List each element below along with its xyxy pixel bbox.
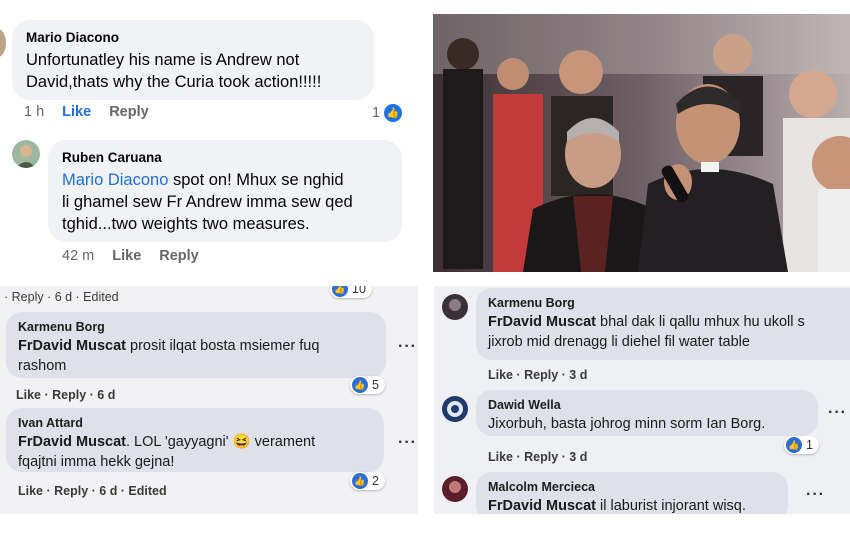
comment-bubble: Mario Diacono Unfortunatley his name is … bbox=[12, 20, 374, 100]
comment-text: Mario Diacono spot on! Mhux se nghid li … bbox=[62, 169, 388, 235]
comment-text-line: fqajtni imma hekk gejna! bbox=[18, 454, 175, 470]
comment-actions[interactable]: Like · Reply · 3 d bbox=[488, 450, 587, 464]
reaction-count[interactable]: 👍 5 bbox=[350, 376, 385, 394]
reaction-count-number: 1 bbox=[806, 438, 813, 452]
reaction-count[interactable]: 👍 2 bbox=[350, 472, 385, 490]
comment-author[interactable]: Karmenu Borg bbox=[18, 320, 374, 334]
more-options-icon[interactable]: ··· bbox=[806, 486, 825, 504]
comment-text-line: li ghamel sew Fr Andrew imma sew qed bbox=[62, 193, 353, 211]
avatar[interactable] bbox=[442, 396, 468, 422]
avatar[interactable] bbox=[12, 140, 40, 168]
comment-text: Jixorbuh, basta johrog minn sorm Ian Bor… bbox=[488, 416, 766, 432]
comment-text-fragment: spot on! Mhux se nghid bbox=[168, 171, 344, 189]
comment-actions[interactable]: Like · Reply · 6 d · Edited bbox=[18, 484, 167, 498]
mention-link[interactable]: FrDavid Muscat bbox=[488, 314, 596, 330]
mention-link[interactable]: FrDavid Muscat bbox=[18, 434, 126, 450]
comment-text-line: tghid...two weights two measures. bbox=[62, 215, 310, 233]
comment-bubble: Karmenu Borg FrDavid Muscat prosit ilqat… bbox=[6, 312, 386, 378]
comment-text: Unfortunatley his name is Andrew not Dav… bbox=[26, 49, 360, 93]
reaction-count-number: 1 bbox=[372, 105, 381, 121]
reply-button[interactable]: Reply bbox=[159, 248, 199, 264]
comment-bubble: Malcolm Mercieca FrDavid Muscat il labur… bbox=[476, 472, 788, 514]
mention-link[interactable]: Mario Diacono bbox=[62, 171, 168, 189]
comment-bubble: Dawid Wella Jixorbuh, basta johrog minn … bbox=[476, 390, 818, 436]
comment-text-fragment: . LOL 'gayyagni' bbox=[125, 434, 229, 450]
comment-text-line: rashom bbox=[18, 358, 67, 374]
comment-author[interactable]: Ivan Attard bbox=[18, 416, 372, 430]
reaction-count[interactable]: 👍 1 bbox=[784, 436, 819, 454]
like-button[interactable]: Like bbox=[62, 104, 91, 120]
like-button[interactable]: Like bbox=[112, 248, 141, 264]
printed-comments-panel-right: Karmenu Borg FrDavid Muscat bhal dak li … bbox=[434, 286, 850, 514]
comment-text-line: David,thats why the Curia took action!!!… bbox=[26, 73, 322, 91]
fb-comments-panel: Mario Diacono Unfortunatley his name is … bbox=[0, 0, 425, 275]
comment-text: FrDavid Muscat bhal dak li qallu mhux hu… bbox=[488, 312, 850, 352]
reaction-count-number: 2 bbox=[372, 474, 379, 488]
comment-text: FrDavid Muscat il laburist injorant wisq… bbox=[488, 496, 776, 514]
more-options-icon[interactable]: ··· bbox=[398, 434, 417, 452]
comment-author[interactable]: Dawid Wella bbox=[488, 398, 806, 412]
comment-text: FrDavid Muscat prosit ilqat bosta msieme… bbox=[18, 336, 374, 376]
printed-comments-panel-left: · Reply · 6 d · Edited 👍 10 Karmenu Borg… bbox=[0, 286, 418, 514]
comment-text-line: FrDavid Muscat prosit ilqat bosta msieme… bbox=[18, 336, 374, 356]
comment-text-fragment: prosit ilqat bosta msiemer fuq bbox=[125, 338, 320, 354]
avatar[interactable] bbox=[0, 28, 6, 58]
thumbs-up-icon: 👍 bbox=[332, 286, 348, 297]
comment-text: FrDavid Muscat. LOL 'gayyagni' 😆 veramen… bbox=[18, 432, 372, 472]
comment-text-fragment: verament bbox=[250, 434, 316, 450]
more-options-icon[interactable]: ··· bbox=[828, 404, 847, 422]
photo-illustration bbox=[433, 14, 850, 272]
comment-actions: 42 m Like Reply bbox=[62, 248, 217, 264]
comment-text-line: FrDavid Muscat bhal dak li qallu mhux hu… bbox=[488, 312, 850, 332]
comment-time[interactable]: 42 m bbox=[62, 248, 94, 264]
comment-time[interactable]: 1 h bbox=[24, 104, 44, 120]
comment-text-line: jixrob mid drenagg li diehel fil water t… bbox=[488, 334, 750, 350]
comment-author[interactable]: Malcolm Mercieca bbox=[488, 480, 776, 494]
more-options-icon[interactable]: ··· bbox=[398, 338, 417, 356]
thumbs-up-icon: 👍 bbox=[786, 437, 802, 453]
comment-text-line: Mario Diacono spot on! Mhux se nghid bbox=[62, 169, 388, 191]
press-photo bbox=[433, 14, 850, 272]
reply-button[interactable]: Reply bbox=[109, 104, 149, 120]
comment-author[interactable]: Karmenu Borg bbox=[488, 296, 850, 310]
mention-link[interactable]: FrDavid Muscat bbox=[488, 498, 596, 514]
thumbs-up-icon: 👍 bbox=[352, 377, 368, 393]
reaction-count-number: 5 bbox=[372, 378, 379, 392]
laughing-emoji-icon: 😆 bbox=[232, 434, 251, 450]
comment-bubble: Ruben Caruana Mario Diacono spot on! Mhu… bbox=[48, 140, 402, 242]
avatar[interactable] bbox=[442, 294, 468, 320]
comment-actions[interactable]: Like · Reply · 3 d bbox=[488, 368, 587, 382]
reaction-count[interactable]: 1 👍 bbox=[372, 104, 420, 122]
comment-actions[interactable]: Like · Reply · 6 d bbox=[16, 388, 115, 402]
comment-text-fragment: il laburist injorant wisq. bbox=[595, 498, 746, 514]
comment-text-line: Unfortunatley his name is Andrew not bbox=[26, 51, 300, 69]
comment-actions: · Reply · 6 d · Edited bbox=[4, 290, 119, 304]
comment-actions: 1 h Like Reply bbox=[24, 104, 167, 120]
comment-text-fragment: bhal dak li qallu mhux hu ukoll s bbox=[595, 314, 805, 330]
thumbs-up-icon: 👍 bbox=[352, 473, 368, 489]
thumbs-up-icon: 👍 bbox=[384, 104, 403, 122]
comment-bubble: Ivan Attard FrDavid Muscat. LOL 'gayyagn… bbox=[6, 408, 384, 472]
mention-link[interactable]: FrDavid Muscat bbox=[18, 338, 126, 354]
comment-author[interactable]: Ruben Caruana bbox=[62, 150, 388, 165]
comment-author[interactable]: Mario Diacono bbox=[26, 30, 360, 45]
avatar[interactable] bbox=[442, 476, 468, 502]
comment-text-line: FrDavid Muscat. LOL 'gayyagni' 😆 veramen… bbox=[18, 432, 372, 452]
reaction-count-number: 10 bbox=[352, 286, 366, 296]
reaction-count[interactable]: 👍 10 bbox=[330, 286, 372, 298]
comment-bubble: Karmenu Borg FrDavid Muscat bhal dak li … bbox=[476, 288, 850, 360]
